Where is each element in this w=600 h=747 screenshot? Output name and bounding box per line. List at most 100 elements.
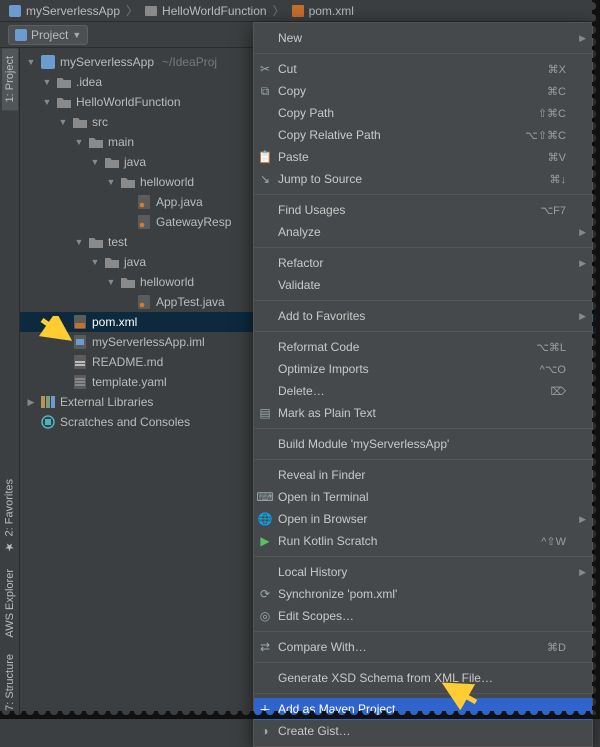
project-icon — [15, 29, 27, 41]
caret-down-icon[interactable]: ▼ — [74, 237, 84, 247]
folder-icon — [72, 114, 88, 130]
breadcrumb-item[interactable]: myServerlessApp — [6, 4, 122, 18]
caret-down-icon[interactable]: ▼ — [42, 97, 52, 107]
paste-icon: 📋 — [256, 148, 274, 166]
caret-down-icon[interactable]: ▼ — [74, 137, 84, 147]
breadcrumb-item[interactable]: pom.xml — [289, 4, 356, 18]
tree-node-label: .idea — [76, 75, 102, 89]
menu-item[interactable]: 📋Paste⌘V — [254, 146, 592, 168]
tree-node-label: App.java — [156, 195, 203, 209]
no-icon — [256, 360, 274, 378]
submenu-arrow-icon: ▶ — [572, 227, 586, 238]
menu-item-label: Validate — [278, 278, 566, 292]
java-file-icon — [136, 194, 152, 210]
caret-down-icon[interactable]: ▼ — [26, 57, 36, 67]
left-tool-gutter: 1: Project ★ 2: Favorites AWS Explorer 7… — [0, 48, 20, 719]
menu-item[interactable]: Add to Favorites▶ — [254, 305, 592, 327]
caret-right-icon[interactable]: ▶ — [26, 397, 36, 408]
menu-item-label: Open in Terminal — [278, 490, 566, 504]
gutter-tab-structure[interactable]: 7: Structure — [2, 646, 18, 719]
gutter-tab-project[interactable]: 1: Project — [2, 48, 18, 110]
menu-item[interactable]: ⌨Open in Terminal — [254, 486, 592, 508]
menu-separator — [254, 331, 592, 332]
tree-node-label: java — [124, 255, 146, 269]
menu-item[interactable]: ⟳Synchronize 'pom.xml' — [254, 583, 592, 605]
menu-item-shortcut: ⌘C — [547, 85, 572, 98]
caret-down-icon[interactable]: ▼ — [42, 77, 52, 87]
menu-separator — [254, 53, 592, 54]
menu-separator — [254, 194, 592, 195]
menu-item[interactable]: 🌐Open in Browser▶ — [254, 508, 592, 530]
folder-icon — [56, 94, 72, 110]
scopes-icon: ◎ — [256, 607, 274, 625]
menu-item-label: Cut — [278, 62, 548, 76]
menu-item-shortcut: ⌘X — [548, 63, 572, 76]
menu-item-label: Jump to Source — [278, 172, 550, 186]
menu-item-label: Refactor — [278, 256, 566, 270]
menu-item-label: Mark as Plain Text — [278, 406, 566, 420]
no-icon — [256, 669, 274, 687]
menu-item[interactable]: Delete…⌦ — [254, 380, 592, 402]
menu-item[interactable]: New▶ — [254, 27, 592, 49]
no-icon — [256, 338, 274, 356]
menu-item-label: Local History — [278, 565, 566, 579]
tree-node-label: java — [124, 155, 146, 169]
menu-item-shortcut: ⌘D — [547, 641, 572, 654]
menu-item[interactable]: Validate — [254, 274, 592, 296]
no-icon — [256, 382, 274, 400]
project-view-selector[interactable]: Project ▼ — [8, 25, 88, 45]
menu-item-label: Add as Maven Project — [278, 702, 566, 716]
project-view-label: Project — [31, 28, 68, 42]
md-file-icon — [72, 354, 88, 370]
caret-down-icon[interactable]: ▼ — [106, 277, 116, 287]
menu-item-label: Generate XSD Schema from XML File… — [278, 671, 566, 685]
menu-item[interactable]: ◑Create Gist… — [254, 720, 592, 742]
chevron-right-icon: 〉 — [126, 2, 138, 19]
menu-item[interactable]: ⇄Compare With…⌘D — [254, 636, 592, 658]
cut-icon: ✂ — [256, 60, 274, 78]
breadcrumb-label: myServerlessApp — [26, 4, 120, 18]
tree-node-label: pom.xml — [92, 315, 137, 329]
menu-item[interactable]: Analyze ▶ — [254, 221, 592, 243]
menu-item[interactable]: Reveal in Finder — [254, 464, 592, 486]
menu-item[interactable]: ＋Add as Maven Project — [254, 698, 592, 720]
caret-down-icon[interactable]: ▼ — [90, 257, 100, 267]
caret-down-icon[interactable]: ▼ — [106, 177, 116, 187]
menu-item[interactable]: ✂ Cut⌘X — [254, 58, 592, 80]
menu-item[interactable]: ⧉Copy⌘C — [254, 80, 592, 102]
menu-item[interactable]: Local History▶ — [254, 561, 592, 583]
no-icon — [256, 254, 274, 272]
tree-node-label: helloworld — [140, 175, 194, 189]
menu-item[interactable]: Copy Path⇧⌘C — [254, 102, 592, 124]
menu-item[interactable]: Optimize Imports^⌥O — [254, 358, 592, 380]
browser-icon: 🌐 — [256, 510, 274, 528]
menu-item[interactable]: Find Usages⌥F7 — [254, 199, 592, 221]
text-icon: ▤ — [256, 404, 274, 422]
gutter-tab-aws-explorer[interactable]: AWS Explorer — [2, 561, 18, 646]
menu-item[interactable]: Refactor▶ — [254, 252, 592, 274]
menu-item[interactable]: Build Module 'myServerlessApp' — [254, 433, 592, 455]
menu-item[interactable]: Copy Relative Path⌥⇧⌘C — [254, 124, 592, 146]
menu-item[interactable]: ↘Jump to Source⌘↓ — [254, 168, 592, 190]
menu-item[interactable]: ▤ Mark as Plain Text — [254, 402, 592, 424]
yaml-file-icon — [72, 374, 88, 390]
menu-item-label: Analyze — [278, 225, 566, 239]
menu-item-label: Copy Path — [278, 106, 538, 120]
project-icon — [8, 4, 22, 18]
gutter-tab-favorites[interactable]: ★ 2: Favorites — [1, 471, 18, 561]
menu-item[interactable]: Generate XSD Schema from XML File… — [254, 667, 592, 689]
sync-icon: ⟳ — [256, 585, 274, 603]
menu-item-label: Copy Relative Path — [278, 128, 525, 142]
tree-node-label: test — [108, 235, 127, 249]
folder-icon — [88, 234, 104, 250]
caret-down-icon[interactable]: ▼ — [58, 117, 68, 127]
breadcrumb-label: pom.xml — [309, 4, 354, 18]
menu-item[interactable]: Reformat Code⌥⌘L — [254, 336, 592, 358]
tree-node-label: myServerlessApp — [60, 55, 154, 69]
menu-item[interactable]: ◎Edit Scopes… — [254, 605, 592, 627]
caret-down-icon[interactable]: ▼ — [90, 157, 100, 167]
no-icon — [256, 126, 274, 144]
menu-item[interactable]: ▶Run Kotlin Scratch^⇧W — [254, 530, 592, 552]
breadcrumb-item[interactable]: HelloWorldFunction — [142, 4, 269, 18]
menu-separator — [254, 631, 592, 632]
